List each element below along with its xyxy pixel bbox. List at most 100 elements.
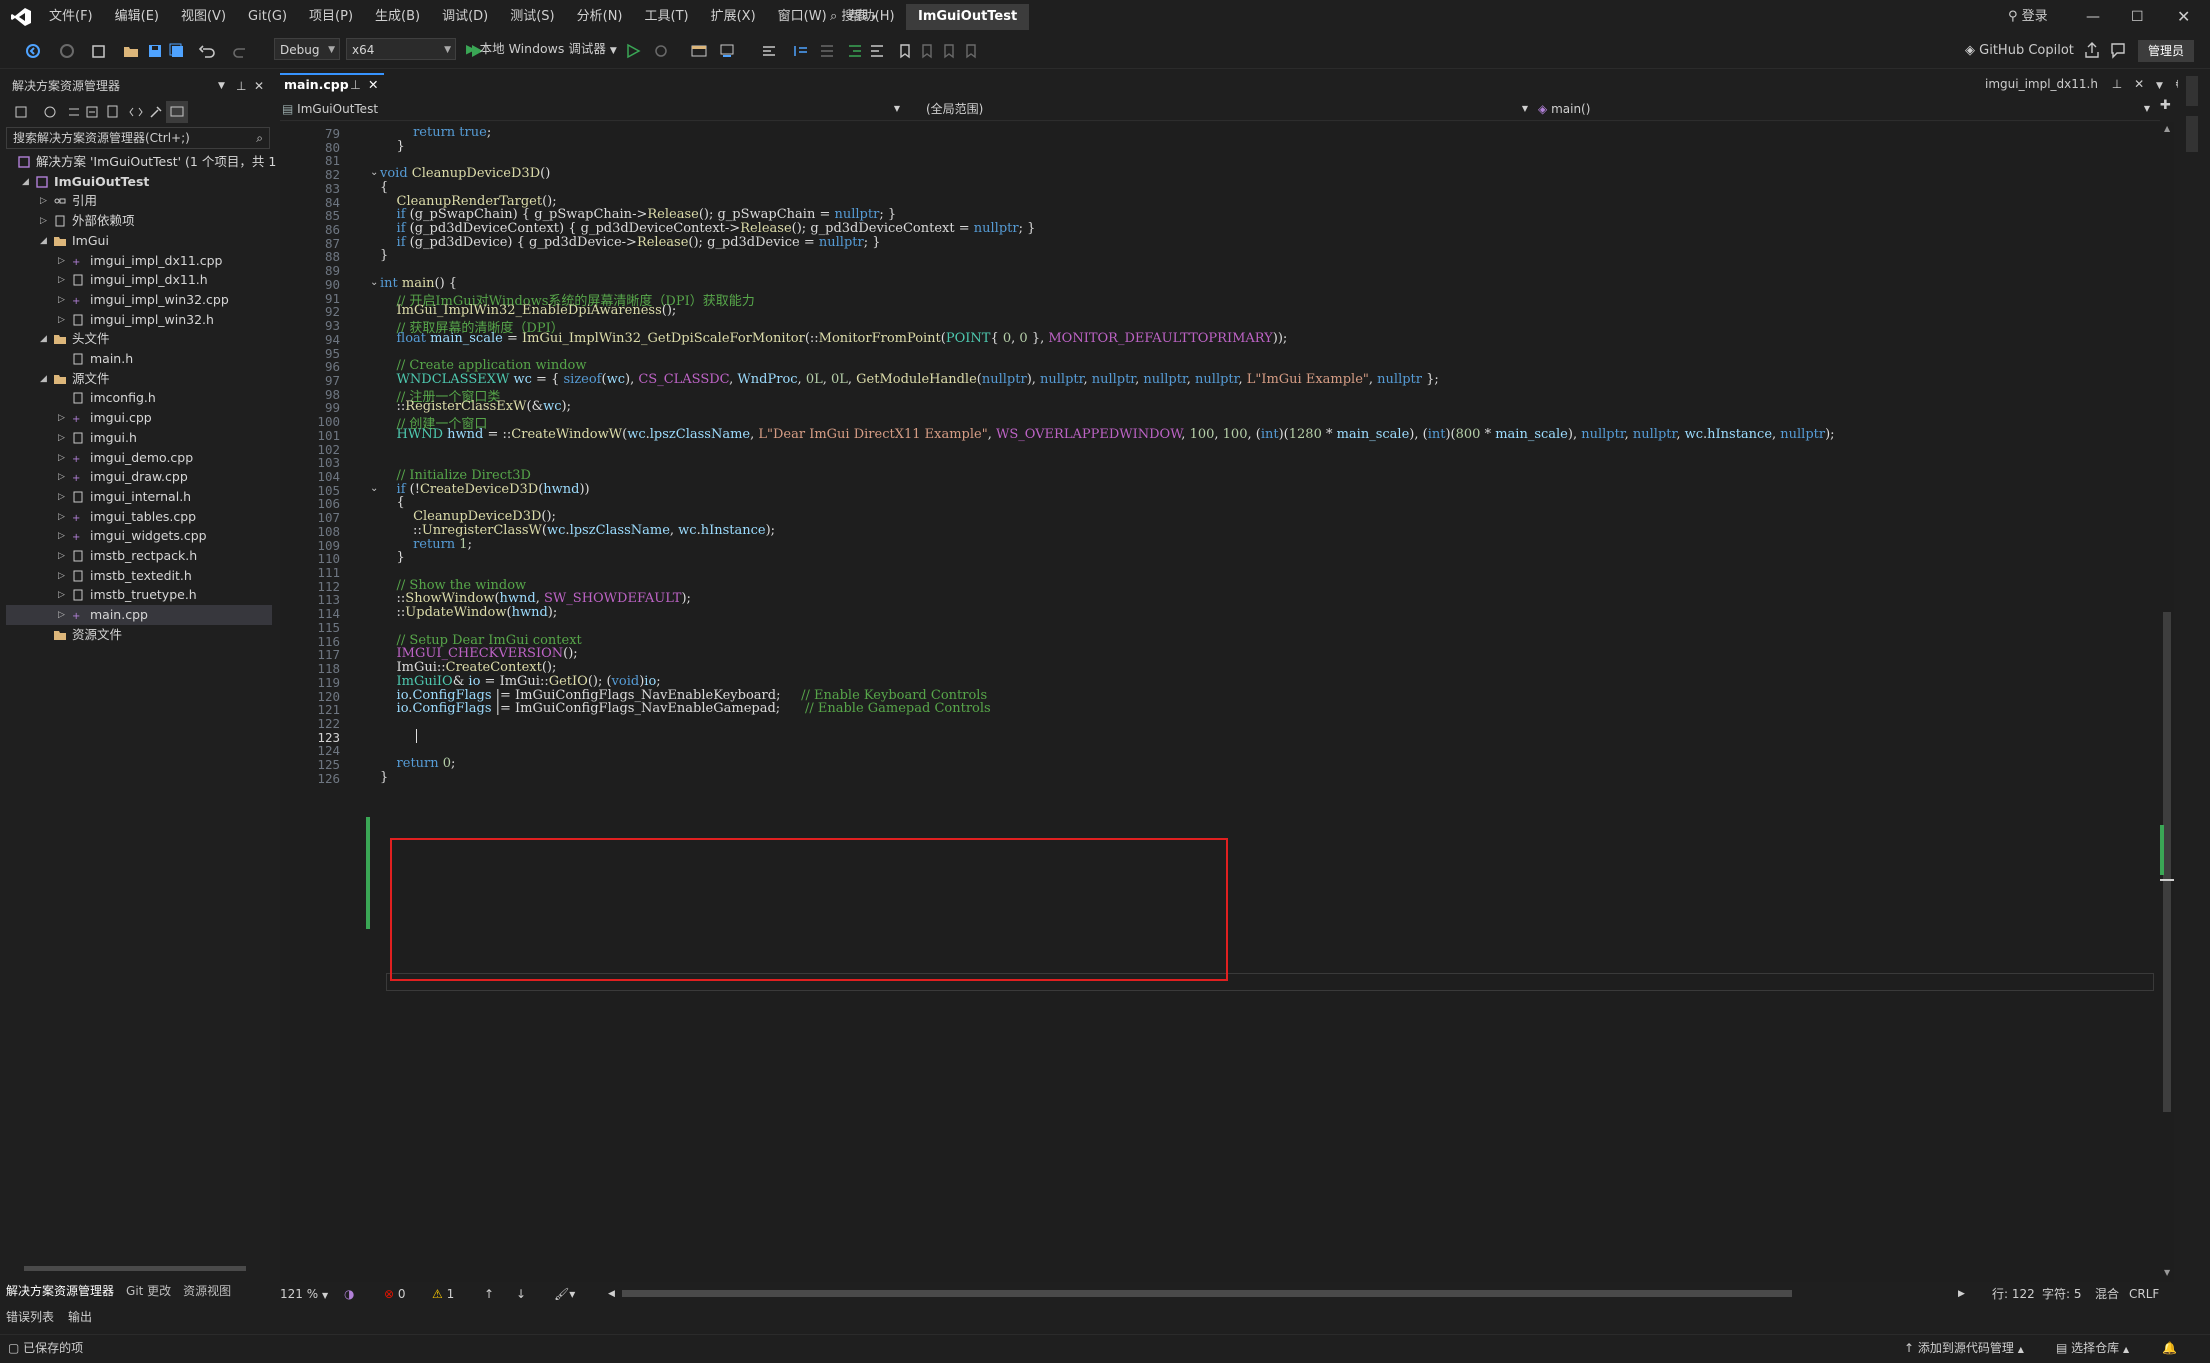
scrollbar-thumb[interactable] xyxy=(2163,612,2171,1112)
chevron-right-icon[interactable]: ▷ xyxy=(58,487,68,507)
code-line[interactable]: ::UpdateWindow(hwnd); xyxy=(380,605,558,620)
whitespace-indicator[interactable]: 混合 xyxy=(2095,1283,2119,1305)
vertical-scrollbar[interactable]: ▲ ▼ xyxy=(2160,122,2174,1282)
history-icon[interactable] xyxy=(42,104,58,120)
tree-item[interactable]: ▷ + imgui_demo.cpp xyxy=(6,448,272,468)
scroll-left-icon[interactable]: ◀ xyxy=(608,1283,615,1305)
output-panel-tab[interactable]: 输出 xyxy=(68,1310,92,1324)
close-window-button[interactable]: ✕ xyxy=(2177,0,2190,34)
start-without-debugging-icon[interactable] xyxy=(624,42,642,60)
clear-bookmarks-icon[interactable] xyxy=(962,42,980,60)
panel-tab[interactable]: 解决方案资源管理器 xyxy=(6,1284,114,1298)
next-bookmark-icon[interactable] xyxy=(940,42,958,60)
open-folder-icon[interactable] xyxy=(122,42,140,60)
tree-item[interactable]: ▷ + imgui_tables.cpp xyxy=(6,507,272,527)
tab-imgui-impl-dx11-h[interactable]: imgui_impl_dx11.h ⊥ ✕ ▼ ⚙ xyxy=(1985,74,2185,94)
prev-issue-icon[interactable]: ↑ xyxy=(484,1283,494,1305)
chevron-down-icon[interactable]: ◢ xyxy=(40,231,50,251)
menu-item[interactable]: 生成(B) xyxy=(364,0,431,34)
code-view-icon[interactable] xyxy=(128,104,144,120)
project-dropdown[interactable]: ▤ ImGuiOutTest ▼ xyxy=(282,99,900,119)
code-line[interactable]: float main_scale = ImGui_ImplWin32_GetDp… xyxy=(380,331,1288,346)
zoom-dropdown[interactable]: 121 % ▼ xyxy=(280,1283,328,1307)
tree-item[interactable]: ▷ + main.cpp xyxy=(6,605,272,626)
menu-item[interactable]: 编辑(E) xyxy=(104,0,170,34)
horizontal-scrollbar[interactable] xyxy=(10,1262,262,1274)
chevron-right-icon[interactable]: ▷ xyxy=(40,211,50,231)
tree-item[interactable]: ▷ + imgui_impl_dx11.cpp xyxy=(6,251,272,271)
github-copilot-button[interactable]: ◈ GitHub Copilot xyxy=(1965,34,2074,68)
configuration-dropdown[interactable]: Debug ▼ xyxy=(274,38,340,60)
menu-item[interactable]: 视图(V) xyxy=(170,0,237,34)
scroll-up-icon[interactable]: ▲ xyxy=(2164,124,2170,133)
menu-item[interactable]: 分析(N) xyxy=(566,0,634,34)
prev-bookmark-icon[interactable] xyxy=(918,42,936,60)
chevron-right-icon[interactable]: ▷ xyxy=(40,191,50,211)
code-line[interactable]: void CleanupDeviceD3D() xyxy=(380,166,550,181)
collapse-all-icon[interactable] xyxy=(84,104,100,120)
pin-icon[interactable]: ⊥ xyxy=(350,75,361,95)
maximize-button[interactable]: ☐ xyxy=(2131,0,2144,34)
tree-item[interactable]: ◢ ImGuiOutTest xyxy=(6,172,272,192)
code-editor[interactable]: 79 80 81 82 83 84 85 86 87 88 89 90 91 92 93 94 95 96 97 98… xyxy=(280,122,2160,1282)
properties-icon[interactable] xyxy=(148,104,164,120)
tree-item[interactable]: ▷ imgui.h xyxy=(6,428,272,448)
close-tab-icon[interactable]: ✕ xyxy=(368,75,378,95)
diagnostics-tool-icon[interactable] xyxy=(2186,76,2198,106)
tree-item[interactable]: 资源文件 xyxy=(6,625,272,645)
code-line[interactable]: } xyxy=(380,139,405,154)
fold-chevron-icon[interactable]: ⌄ xyxy=(370,483,378,494)
next-issue-icon[interactable]: ↓ xyxy=(516,1283,526,1305)
feedback-icon[interactable] xyxy=(2108,38,2130,62)
forward-icon[interactable] xyxy=(58,42,76,60)
notifications-icon[interactable]: 🔔 xyxy=(2162,1335,2177,1361)
pin-icon[interactable]: ⊥ xyxy=(236,75,246,97)
properties-tool-icon[interactable] xyxy=(2186,116,2198,152)
split-editor-icon[interactable]: ✚ xyxy=(2160,98,2171,113)
tree-item[interactable]: ◢ ImGui xyxy=(6,231,272,251)
tree-item[interactable]: ▷ + imgui_impl_win32.cpp xyxy=(6,290,272,310)
menu-item[interactable]: 窗口(W) xyxy=(767,0,838,34)
code-line[interactable]: WNDCLASSEXW wc = { sizeof(wc), CS_CLASSD… xyxy=(380,372,1439,387)
chevron-down-icon[interactable]: ◢ xyxy=(40,369,50,389)
hot-reload-icon[interactable] xyxy=(652,42,670,60)
add-source-control-button[interactable]: ↑ 添加到源代码管理 ▲ xyxy=(1904,1335,2024,1363)
code-line[interactable] xyxy=(380,729,397,744)
column-indicator[interactable]: 字符: 5 xyxy=(2042,1283,2082,1305)
menu-item[interactable]: 工具(T) xyxy=(634,0,700,34)
tree-item[interactable]: ▷ imgui_impl_win32.h xyxy=(6,310,272,330)
chevron-right-icon[interactable]: ▷ xyxy=(58,585,68,605)
scroll-right-icon[interactable]: ▶ xyxy=(1958,1283,1965,1305)
show-all-files-icon[interactable] xyxy=(104,104,120,120)
tree-item[interactable]: ▷ imgui_internal.h xyxy=(6,487,272,507)
chevron-right-icon[interactable]: ▷ xyxy=(58,546,68,566)
chevron-right-icon[interactable]: ▷ xyxy=(58,507,68,527)
tree-item[interactable]: main.h xyxy=(6,349,272,369)
cleanup-icon[interactable]: 🖌▾ xyxy=(554,1283,575,1305)
code-line[interactable]: } xyxy=(380,248,388,263)
solution-search-input[interactable]: 搜索解决方案资源管理器(Ctrl+;) ⌕ xyxy=(6,127,270,149)
chevron-right-icon[interactable]: ▷ xyxy=(58,251,68,271)
admin-badge[interactable]: 管理员 xyxy=(2138,40,2195,62)
chevron-down-icon[interactable]: ◢ xyxy=(40,329,50,349)
new-project-icon[interactable] xyxy=(90,42,108,60)
chevron-down-icon[interactable]: ◢ xyxy=(22,172,32,192)
redo-icon[interactable] xyxy=(232,42,250,60)
copilot-status-icon[interactable]: ◑ xyxy=(344,1283,354,1305)
tree-item[interactable]: ▷ + imgui.cpp xyxy=(6,408,272,428)
tab-overflow-icon[interactable]: ▼ xyxy=(2156,81,2163,91)
step-icon[interactable] xyxy=(818,42,836,60)
tree-item[interactable]: imconfig.h xyxy=(6,388,272,408)
chevron-right-icon[interactable]: ▷ xyxy=(58,526,68,546)
tree-item[interactable]: ▷ imstb_rectpack.h xyxy=(6,546,272,566)
code-line[interactable]: return 0; xyxy=(380,756,456,771)
tree-item[interactable]: ▷ 外部依赖项 xyxy=(6,211,272,231)
scroll-down-icon[interactable]: ▼ xyxy=(2164,1268,2170,1277)
chevron-right-icon[interactable]: ▷ xyxy=(58,270,68,290)
run-debugger-button[interactable]: ▶ 本地 Windows 调试器 ▼ xyxy=(466,38,617,60)
close-panel-icon[interactable]: ✕ xyxy=(254,75,264,97)
indent-icon[interactable] xyxy=(846,42,864,60)
code-line[interactable]: if (!CreateDeviceD3D(hwnd)) xyxy=(380,482,590,497)
member-dropdown[interactable]: ◈ main() ▼ xyxy=(1538,99,2150,119)
tree-item[interactable]: ▷ + imgui_draw.cpp xyxy=(6,467,272,487)
